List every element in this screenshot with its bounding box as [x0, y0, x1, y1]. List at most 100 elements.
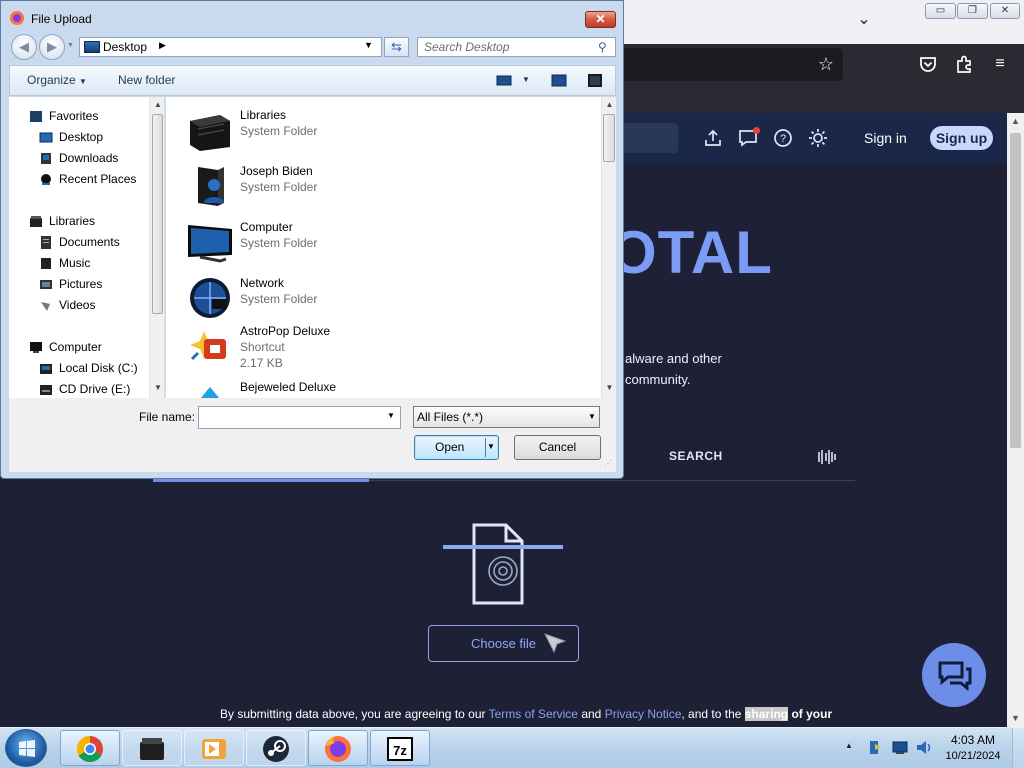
close-window-button[interactable]: ✕	[990, 3, 1020, 19]
scroll-down-icon[interactable]: ▼	[150, 383, 164, 392]
cd-drive-icon	[39, 383, 53, 396]
page-scrollbar[interactable]: ▲ ▼	[1007, 113, 1024, 727]
help-icon[interactable]: ?	[771, 126, 795, 150]
fingerprint-search-icon[interactable]	[816, 446, 838, 468]
minimize-button[interactable]: ▭	[925, 3, 956, 19]
start-button[interactable]	[5, 729, 47, 767]
new-folder-button[interactable]: New folder	[118, 73, 175, 87]
choose-file-button[interactable]: Choose file	[428, 625, 579, 662]
nav-label: Local Disk (C:)	[59, 361, 138, 375]
split-divider	[485, 438, 486, 457]
volume-icon[interactable]	[915, 739, 933, 756]
tab-search[interactable]: SEARCH	[669, 449, 723, 463]
star-icon	[29, 110, 43, 123]
desktop-icon	[39, 131, 53, 144]
change-view-icon[interactable]	[496, 74, 512, 87]
taskbar-media-player[interactable]	[184, 730, 244, 766]
open-options-dropdown-icon[interactable]: ▼	[487, 436, 495, 458]
file-item[interactable]: Joseph Biden System Folder	[186, 163, 586, 215]
file-type: System Folder	[240, 236, 318, 250]
file-name: Joseph Biden	[240, 164, 313, 178]
show-hidden-icons-icon[interactable]: ▲	[845, 741, 853, 750]
nav-label: Pictures	[59, 277, 103, 291]
show-desktop-button[interactable]	[1012, 728, 1024, 768]
file-item[interactable]: Network System Folder	[186, 275, 586, 327]
file-upload-dialog: File Upload ✕ ◀ ▶ ▼ Desktop ▶ ▼ ⇆ Search…	[0, 0, 624, 479]
scroll-down-icon[interactable]: ▼	[602, 383, 616, 392]
address-segment-desktop[interactable]: Desktop	[103, 40, 147, 54]
terms-text: of your	[788, 707, 833, 721]
nav-label: Downloads	[59, 151, 119, 165]
forward-button[interactable]: ▶	[39, 34, 65, 60]
scroll-thumb[interactable]	[152, 114, 163, 314]
site-description: alware and other	[625, 351, 722, 366]
recent-locations-icon[interactable]: ▼	[67, 42, 74, 49]
breadcrumb-arrow-icon[interactable]: ▶	[159, 40, 166, 51]
file-item[interactable]: Libraries System Folder	[186, 107, 586, 159]
help-icon[interactable]	[587, 74, 603, 87]
file-name-input[interactable]	[198, 406, 401, 429]
scroll-up-icon[interactable]: ▲	[602, 100, 616, 109]
scroll-thumb[interactable]	[603, 114, 615, 162]
action-center-icon[interactable]	[866, 739, 884, 756]
refresh-button[interactable]: ⇆	[384, 37, 409, 57]
site-search-input[interactable]	[620, 123, 678, 153]
chevron-down-icon[interactable]: ⌄	[852, 8, 876, 32]
libraries-icon	[29, 215, 43, 228]
terms-of-service-link[interactable]: Terms of Service	[489, 707, 578, 721]
terms-text: , and to the	[681, 707, 745, 721]
cancel-button[interactable]: Cancel	[514, 435, 601, 460]
bookmark-star-icon[interactable]: ☆	[814, 52, 838, 76]
preview-pane-icon[interactable]	[551, 74, 567, 87]
file-item[interactable]: AstroPop Deluxe Shortcut 2.17 KB	[186, 323, 586, 375]
navigation-scrollbar[interactable]: ▲ ▼	[149, 97, 164, 398]
theme-icon[interactable]	[806, 126, 830, 150]
notification-badge	[753, 127, 760, 134]
search-icon[interactable]: ⚲	[598, 38, 607, 56]
sign-up-button[interactable]: Sign up	[930, 126, 993, 150]
file-type-select[interactable]: All Files (*.*) ▼	[413, 406, 600, 428]
file-name-dropdown-icon[interactable]: ▼	[387, 411, 395, 420]
file-fingerprint-icon	[443, 523, 563, 605]
astropop-icon	[186, 323, 234, 369]
scroll-up-icon[interactable]: ▲	[150, 100, 164, 109]
taskbar-steam[interactable]	[246, 730, 306, 766]
scroll-up-icon[interactable]: ▲	[1007, 113, 1024, 130]
clock-time[interactable]: 4:03 AM	[940, 733, 1006, 747]
dialog-close-button[interactable]: ✕	[585, 11, 616, 28]
taskbar-firefox[interactable]	[308, 730, 368, 766]
resize-grip-icon[interactable]: ⋰	[604, 459, 612, 468]
taskbar-chrome[interactable]	[60, 730, 120, 766]
restore-button[interactable]: ❐	[957, 3, 988, 19]
pictures-icon	[39, 278, 53, 291]
bejeweled-icon	[186, 379, 234, 398]
taskbar-libraries[interactable]	[122, 730, 182, 766]
file-item[interactable]: Computer System Folder	[186, 219, 586, 271]
view-options-dropdown-icon[interactable]: ▼	[522, 75, 530, 84]
search-input[interactable]: Search Desktop ⚲	[417, 37, 616, 57]
pocket-icon[interactable]	[916, 52, 940, 76]
scroll-thumb[interactable]	[1010, 133, 1021, 448]
menu-icon[interactable]: ≡	[988, 52, 1012, 76]
7zip-icon: 7z	[384, 734, 416, 764]
support-chat-button[interactable]	[922, 643, 986, 707]
chevron-down-icon: ▼	[79, 77, 87, 86]
extensions-icon[interactable]	[952, 52, 976, 76]
sign-in-link[interactable]: Sign in	[864, 127, 907, 149]
upload-icon[interactable]	[701, 126, 725, 150]
privacy-notice-link[interactable]: Privacy Notice	[605, 707, 682, 721]
address-dropdown-icon[interactable]: ▼	[364, 40, 373, 50]
search-placeholder: Search Desktop	[424, 40, 510, 54]
address-bar[interactable]: Desktop ▶ ▼	[79, 37, 382, 57]
network-icon[interactable]	[891, 739, 909, 756]
file-name-label: File name:	[139, 410, 196, 424]
open-button[interactable]: Open ▼	[414, 435, 499, 460]
file-item[interactable]: Bejeweled Deluxe	[186, 379, 586, 398]
taskbar-7zip[interactable]: 7z	[370, 730, 430, 766]
file-list-scrollbar[interactable]: ▲ ▼	[601, 97, 616, 398]
organize-button[interactable]: Organize ▼	[27, 73, 87, 87]
back-button[interactable]: ◀	[11, 34, 37, 60]
clock-date[interactable]: 10/21/2024	[940, 750, 1006, 762]
navigation-pane: Favorites Desktop Downloads Recent Place…	[9, 97, 165, 398]
scroll-down-icon[interactable]: ▼	[1007, 710, 1024, 727]
